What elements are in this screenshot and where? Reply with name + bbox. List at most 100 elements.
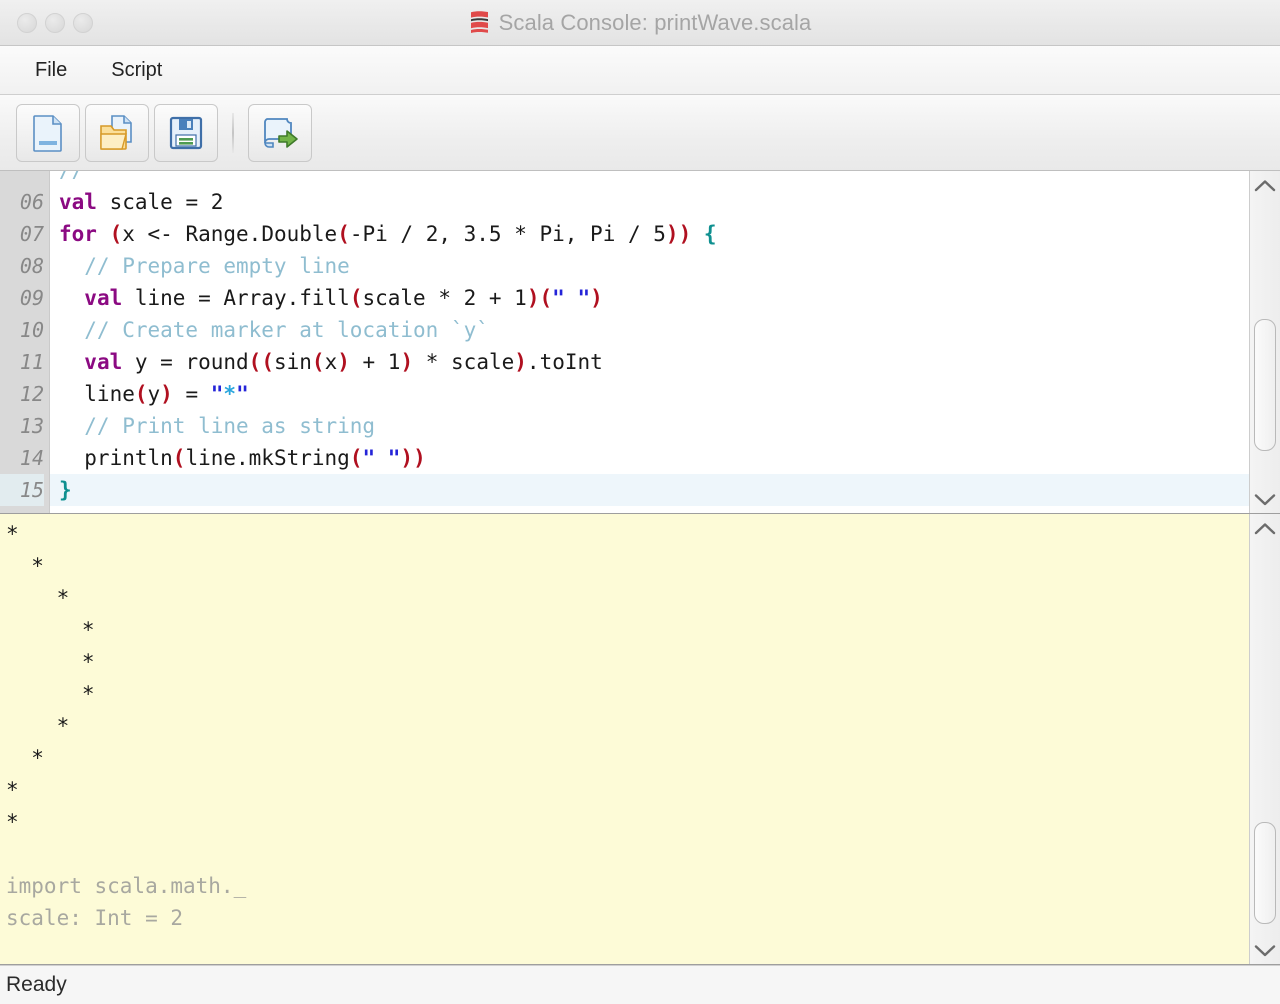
minimize-button[interactable] [45,12,65,33]
code-token: } [59,478,72,502]
line-number: 06 [19,190,44,214]
code-token: for [59,222,97,246]
code-line[interactable]: val line = Array.fill(scale * 2 + 1)(" "… [50,282,1249,314]
code-line[interactable]: // Create marker at location `y` [50,314,1249,346]
editor-scroll-thumb[interactable] [1254,319,1276,451]
zoom-button[interactable] [73,12,93,33]
code-token: println [59,446,173,470]
code-line[interactable]: val y = round((sin(x) + 1) * scale).toIn… [50,346,1249,378]
line-number: 09 [19,286,44,310]
code-token: ( [134,382,148,406]
editor-scroll-down-button[interactable] [1250,485,1280,513]
menu-file[interactable]: File [30,56,72,85]
code-token: ) [337,350,350,374]
code-token: + 1 [349,350,401,374]
code-token: val [84,350,123,374]
code-token: ( [109,222,123,246]
code-line[interactable]: val scale = 2 [50,186,1249,218]
code-token: scale * 2 + 1 [362,286,527,310]
console-output-line: * [6,714,70,738]
console-output-line: * [6,810,19,834]
code-token: -Pi / 2, 3.5 * Pi, Pi / 5 [349,222,666,246]
code-token: * [223,382,237,406]
console-scroll-track[interactable] [1250,542,1280,936]
code-token: ) [160,382,173,406]
floppy-disk-save-icon [169,116,203,149]
run-script-button[interactable] [248,103,312,162]
editor-viewport[interactable]: 06070809101112131415 //val scale = 2for … [0,171,1249,513]
code-token: line.mkString [185,446,350,470]
code-token: ( [349,446,363,470]
code-token: // Print line as string [59,414,376,438]
console-scroll-down-button[interactable] [1250,936,1280,964]
new-file-button[interactable] [16,103,80,162]
statusbar: Ready [0,965,1280,1004]
editor-text-area[interactable]: //val scale = 2for (x <- Range.Double(-P… [50,171,1249,513]
line-number: 08 [19,254,44,278]
code-token: ( [311,350,325,374]
code-token: line = Array.fill [122,286,350,310]
titlebar: Scala Console: printWave.scala [0,0,1280,46]
code-editor[interactable]: 06070809101112131415 //val scale = 2for … [0,171,1280,514]
console-content: * * * * * * * * * * import scala.math._ sca… [0,518,1249,934]
line-number: 11 [19,350,44,374]
console-output-line: * [6,682,95,706]
code-line[interactable]: // Prepare empty line [50,250,1249,282]
chevron-up-icon [1254,522,1276,534]
window-controls [0,12,93,33]
console-output-line: * [6,586,70,610]
run-script-arrow-icon [264,117,298,148]
code-token: { [703,222,717,246]
code-line[interactable]: for (x <- Range.Double(-Pi / 2, 3.5 * Pi… [50,218,1249,250]
console-scroll-thumb[interactable] [1254,821,1276,925]
console-vertical-scrollbar[interactable] [1249,514,1280,964]
code-line[interactable]: println(line.mkString(" ")) [50,442,1249,474]
code-token: y [147,382,161,406]
code-token: val [59,190,97,214]
console-meta-line: scale: Int = 2 [6,906,184,930]
close-button[interactable] [17,12,37,33]
console-output-line: * [6,554,44,578]
scala-console-window: Scala Console: printWave.scala File Scri… [0,0,1280,1004]
output-console[interactable]: * * * * * * * * * * import scala.math._ sca… [0,514,1280,965]
console-output-line: * [6,778,19,802]
line-numbers: 06 07 08 09 10 11 12 13 14 15 [0,171,50,506]
editor-scroll-up-button[interactable] [1250,171,1280,199]
toolbar [0,95,1280,171]
code-token: line [59,382,135,406]
editor-scroll-track[interactable] [1250,199,1280,485]
code-token: = [172,382,211,406]
line-number: 12 [19,382,44,406]
console-output-line: * [6,650,95,674]
code-token: .toInt [526,350,603,374]
code-token: ( [539,286,553,310]
editor-vertical-scrollbar[interactable] [1249,171,1280,513]
console-scroll-up-button[interactable] [1250,514,1280,542]
save-file-button[interactable] [154,103,218,162]
line-number: 07 [19,222,44,246]
menu-script[interactable]: Script [106,56,167,85]
console-output-line: * [6,522,19,546]
code-line[interactable]: line(y) = "*" [50,378,1249,410]
line-number-partial [0,171,44,186]
code-token: x [324,350,338,374]
open-file-button[interactable] [85,103,149,162]
code-line[interactable]: } [50,474,1249,506]
code-line[interactable]: // Print line as string [50,410,1249,442]
code-token: ) [400,350,414,374]
code-token: " " [552,286,591,310]
code-token: sin [273,350,312,374]
code-content[interactable]: //val scale = 2for (x <- Range.Double(-P… [50,171,1249,506]
console-output-line: * [6,746,44,770]
code-token: " [210,382,224,406]
console-output-line: * [6,618,95,642]
console-viewport[interactable]: * * * * * * * * * * import scala.math._ sca… [0,514,1249,964]
line-number: 15 [0,474,44,506]
code-token: " " [362,446,401,470]
chevron-down-icon [1254,944,1276,956]
